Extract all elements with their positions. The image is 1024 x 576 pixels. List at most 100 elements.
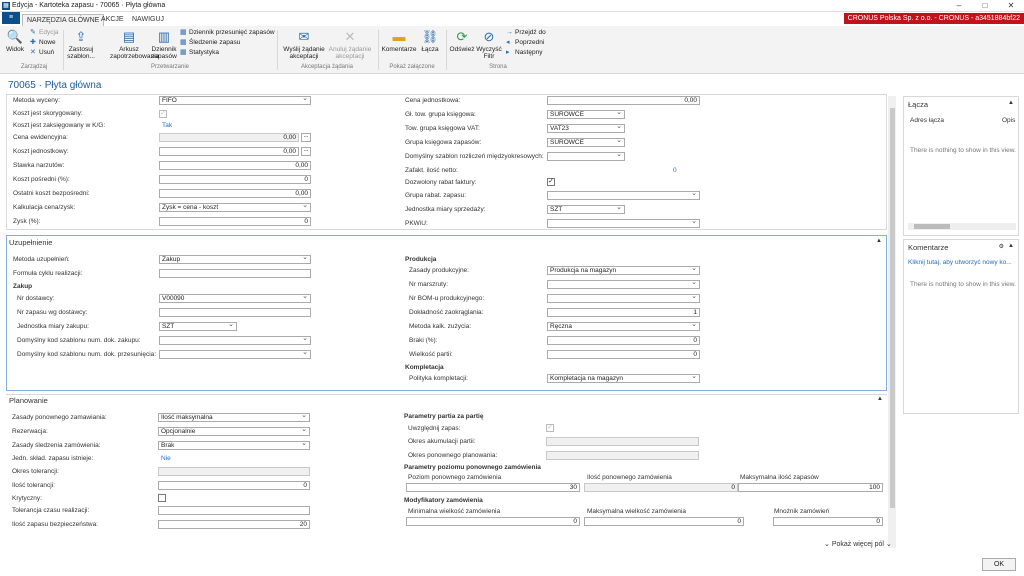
- tab-narzedzia-glowne[interactable]: NARZĘDZIA GŁÓWNE: [22, 14, 105, 26]
- koszt-jednostkowy-lookup[interactable]: ...: [301, 147, 311, 156]
- max-wielkosc-field[interactable]: 0: [584, 517, 744, 526]
- collapse-chevron-icon[interactable]: ▲: [877, 396, 883, 402]
- company-badge: CRONUS Polska Sp. z o.o. - CRONUS - a345…: [843, 13, 1024, 24]
- metoda-wyceny-label: Metoda wyceny:: [13, 97, 60, 104]
- cena-ewidencyjna-lookup[interactable]: ...: [301, 133, 311, 142]
- rezerwacja-label: Rezerwacja:: [12, 428, 48, 435]
- close-button[interactable]: ✕: [1002, 0, 1020, 12]
- statystyka-button[interactable]: ▦ Statystyka: [180, 49, 219, 57]
- maximize-button[interactable]: □: [976, 0, 994, 12]
- nowe-button[interactable]: ✚ Nowe: [30, 39, 56, 47]
- formula-cyklu-field[interactable]: [159, 269, 311, 278]
- dozwolony-rabat-checkbox[interactable]: ✓: [547, 178, 555, 186]
- new-comment-link[interactable]: Kliknij tutaj, aby utworzyć nowy ko...: [908, 259, 1012, 266]
- ribbon-separator: [63, 30, 64, 70]
- anuluj-zadanie-button[interactable]: ✕ Anuluj żądanie akceptacji: [328, 28, 372, 60]
- wyslij-zadanie-button[interactable]: ✉ Wyślij żądanie akceptacji: [282, 28, 326, 60]
- nr-zapasu-dostawcy-field[interactable]: [159, 308, 311, 317]
- rezerwacja-field[interactable]: Opcjonalnie: [158, 427, 310, 436]
- tab-nawiguj[interactable]: NAWIGUJ: [128, 14, 168, 26]
- arkusz-zapotrzebowania-button[interactable]: ▤ Arkusz zapotrzebowania: [110, 28, 159, 60]
- ilosc-tolerancji-field[interactable]: 0: [158, 481, 310, 490]
- tab-akcje[interactable]: AKCJE: [97, 14, 128, 26]
- tolerancja-czasu-label: Tolerancja czasu realizacji:: [12, 507, 90, 514]
- nr-bom-field[interactable]: [547, 294, 700, 303]
- edycja-button[interactable]: ✎ Edycja: [30, 29, 59, 37]
- section-title[interactable]: Uzupełnienie: [9, 238, 52, 247]
- mnoznik-field[interactable]: 0: [773, 517, 883, 526]
- cena-jednostkowa-field[interactable]: 0,00: [547, 96, 700, 105]
- zafakt-ilosc-value[interactable]: 0: [673, 167, 677, 174]
- ribbon: 🔍 Widok ✎ Edycja ✚ Nowe ✕ Usuń Zarządzaj ⇪ Za…: [0, 26, 1024, 74]
- collapse-chevron-icon[interactable]: ▲: [1008, 100, 1014, 106]
- dokladnosc-field[interactable]: 1: [547, 308, 700, 317]
- poziom-field[interactable]: 30: [406, 483, 580, 492]
- zasady-zamawiania-field[interactable]: Ilość maksymalna: [158, 413, 310, 422]
- nastepny-button[interactable]: ▸ Następny: [506, 49, 542, 57]
- page-scroll-thumb[interactable]: [890, 108, 895, 508]
- widok-button[interactable]: 🔍 Widok: [4, 28, 26, 53]
- zasady-sledzenia-field[interactable]: Brak: [158, 441, 310, 450]
- przejdz-do-button[interactable]: → Przejdź do: [506, 29, 546, 37]
- krytyczny-checkbox[interactable]: [158, 494, 166, 502]
- braki-field[interactable]: 0: [547, 336, 700, 345]
- zapas-bezpieczenstwa-field[interactable]: 20: [158, 520, 310, 529]
- app-menu-button[interactable]: ≡: [2, 12, 20, 24]
- jedn-sprzedazy-field[interactable]: SZT: [547, 205, 625, 214]
- minimize-button[interactable]: –: [950, 0, 968, 12]
- koszt-zaksiegowany-value[interactable]: Tak: [162, 122, 172, 129]
- domyslny-szablon-field[interactable]: [547, 152, 625, 161]
- section-uzupelnienie: Uzupełnienie ▲ Metoda uzupełnień: Zakup …: [6, 235, 887, 391]
- metoda-kalk-field[interactable]: Ręczna: [547, 322, 700, 331]
- min-wielkosc-field[interactable]: 0: [406, 517, 580, 526]
- section-title[interactable]: Planowanie: [9, 396, 48, 405]
- collapse-chevron-icon[interactable]: ▲: [1008, 243, 1014, 249]
- jedn-skladowania-value[interactable]: Nie: [161, 455, 171, 462]
- metoda-wyceny-field[interactable]: FIFO: [159, 96, 311, 105]
- collapse-chevron-icon[interactable]: ▲: [876, 238, 882, 244]
- max-zapasow-field[interactable]: 100: [738, 483, 883, 492]
- nr-dostawcy-field[interactable]: V00090: [159, 294, 311, 303]
- tolerancja-czasu-field[interactable]: [158, 506, 310, 515]
- jedn-zakupu-field[interactable]: SZT: [159, 322, 237, 331]
- dziennik-zapasow-button[interactable]: ▥ Dziennik zapasów: [149, 28, 179, 60]
- grupa-rabat-field[interactable]: [547, 191, 700, 200]
- poprzedni-button[interactable]: ◂ Poprzedni: [506, 39, 544, 47]
- komentarze-button[interactable]: ▬ Komentarze: [381, 28, 417, 53]
- tow-vat-field[interactable]: VAT23: [547, 124, 625, 133]
- koszt-posredni-field[interactable]: 0: [159, 175, 311, 184]
- dziennik-przesuniec-button[interactable]: ▦ Dziennik przesunięć zapasów: [180, 29, 275, 37]
- kod-zakupu-field[interactable]: [159, 336, 311, 345]
- ostatni-koszt-field[interactable]: 0,00: [159, 189, 311, 198]
- ribbon-separator: [378, 30, 379, 70]
- sledzenie-zapasu-button[interactable]: ▦ Śledzenie zapasu: [180, 39, 240, 47]
- show-more-fields[interactable]: ⌄ Pokaż więcej pól ⌄: [824, 540, 892, 548]
- zysk-field[interactable]: 0: [159, 217, 311, 226]
- grupa-zapasow-field[interactable]: SUROWCE: [547, 138, 625, 147]
- nr-marszruty-field[interactable]: [547, 280, 700, 289]
- wielkosc-partii-field[interactable]: 0: [547, 350, 700, 359]
- pkwiu-field[interactable]: [547, 219, 700, 228]
- modyfikatory-heading: Modyfikatory zamówienia: [404, 497, 483, 504]
- ok-button[interactable]: OK: [982, 558, 1016, 571]
- kalkulacja-label: Kalkulacja cena/zysk:: [13, 204, 76, 211]
- usun-button[interactable]: ✕ Usuń: [30, 49, 54, 57]
- zastosuj-szablon-button[interactable]: ⇪ Zastosuj szablon...: [66, 28, 96, 60]
- wyczysc-filtr-button[interactable]: ⊘ Wyczyść Filtr: [476, 28, 502, 60]
- lacza-button[interactable]: ⛓ Łącza: [419, 28, 441, 53]
- mnoznik-label: Mnożnik zamówień: [774, 508, 830, 515]
- stawka-narzutow-field[interactable]: 0,00: [159, 161, 311, 170]
- polityka-kompletacji-field[interactable]: Kompletacja na magazyn: [547, 374, 700, 383]
- polityka-kompletacji-label: Polityka kompletacji:: [409, 375, 468, 382]
- settings-icon[interactable]: ⚙: [999, 243, 1004, 250]
- odswiez-button[interactable]: ⟳ Odśwież: [449, 28, 475, 53]
- kod-przesuniecia-field[interactable]: [159, 350, 311, 359]
- braki-label: Braki (%):: [409, 337, 438, 344]
- kalkulacja-field[interactable]: Zysk = cena - koszt: [159, 203, 311, 212]
- dokladnosc-label: Dokładność zaokrąglania:: [409, 309, 484, 316]
- koszt-jednostkowy-field[interactable]: 0,00: [159, 147, 299, 156]
- metoda-uzupelnien-field[interactable]: Zakup: [159, 255, 311, 264]
- gl-tow-grupa-field[interactable]: SUROWCE: [547, 110, 625, 119]
- zasady-produkcyjne-field[interactable]: Produkcja na magazyn: [547, 266, 700, 275]
- horizontal-scroll-thumb[interactable]: [914, 224, 950, 229]
